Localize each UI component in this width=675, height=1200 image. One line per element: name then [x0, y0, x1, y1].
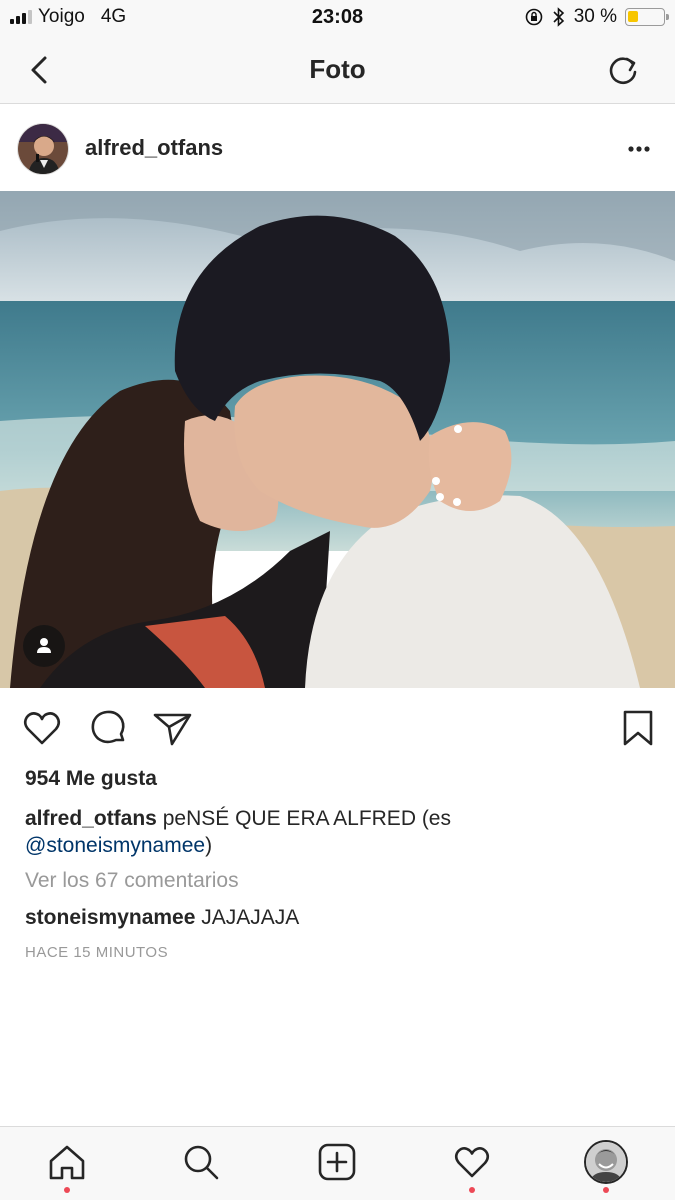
send-icon[interactable]	[151, 706, 195, 750]
person-tag-badge[interactable]	[23, 625, 65, 667]
status-right: 30 %	[524, 6, 669, 28]
status-bar: Yoigo 4G 23:08 30 %	[0, 0, 675, 36]
search-icon[interactable]	[180, 1141, 222, 1183]
battery-level	[628, 11, 638, 22]
avatar[interactable]	[17, 123, 69, 175]
home-icon[interactable]	[46, 1141, 88, 1183]
comment-text: JAJAJAJA	[201, 906, 300, 929]
refresh-icon[interactable]	[603, 50, 643, 90]
navigation-bar: Foto	[0, 36, 675, 104]
home-notification-dot	[64, 1187, 70, 1193]
comment: stoneismynamee JAJAJAJA	[25, 906, 299, 930]
page-title: Foto	[309, 54, 366, 84]
caption-username[interactable]: alfred_otfans	[25, 807, 157, 830]
rotation-lock-icon	[525, 8, 542, 26]
post-actions	[0, 700, 675, 756]
person-tag-icon	[37, 638, 51, 653]
battery-icon	[625, 8, 669, 26]
comment-icon[interactable]	[86, 706, 130, 750]
profile-notification-dot	[603, 1187, 609, 1193]
add-post-icon[interactable]	[316, 1141, 358, 1183]
post-username[interactable]: alfred_otfans	[85, 135, 223, 161]
post-caption: alfred_otfans peNSÉ QUE ERA ALFRED (es @…	[25, 805, 645, 859]
caption-mention[interactable]: @stoneismynamee	[25, 834, 205, 857]
caption-closing: )	[205, 834, 213, 857]
battery-percentage: 30 %	[573, 6, 617, 27]
bluetooth-icon	[553, 7, 564, 27]
post-photo[interactable]	[0, 191, 675, 688]
caption-text: peNSÉ QUE ERA ALFRED (es	[162, 807, 451, 830]
bookmark-icon[interactable]	[616, 706, 660, 750]
activity-notification-dot	[469, 1187, 475, 1193]
view-comments-link[interactable]: Ver los 67 comentarios	[25, 869, 239, 893]
post-header: alfred_otfans	[0, 105, 675, 191]
likes-count[interactable]: 954 Me gusta	[25, 767, 157, 791]
activity-heart-icon[interactable]	[451, 1141, 493, 1183]
post-timestamp: HACE 15 MINUTOS	[25, 944, 169, 961]
heart-icon[interactable]	[20, 706, 64, 750]
bottom-tab-bar	[0, 1126, 675, 1200]
more-horizontal-icon[interactable]	[625, 135, 653, 163]
comment-username[interactable]: stoneismynamee	[25, 906, 195, 929]
profile-avatar[interactable]	[584, 1140, 628, 1184]
